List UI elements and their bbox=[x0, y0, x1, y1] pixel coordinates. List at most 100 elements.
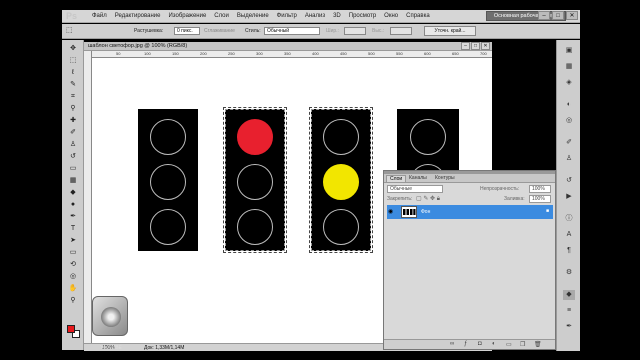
eyedropper-tool-icon[interactable]: ⚲ bbox=[68, 104, 78, 113]
opacity-input[interactable]: 100% bbox=[529, 185, 551, 193]
visibility-eye-icon[interactable]: ◉ bbox=[388, 208, 393, 215]
status-doc-info[interactable]: Док: 1,33M/1,14M bbox=[144, 345, 184, 351]
close-button[interactable]: ✕ bbox=[566, 11, 578, 20]
tool-presets-panel-icon[interactable]: ⚙ bbox=[563, 268, 575, 278]
menu-edit[interactable]: Редактирование bbox=[115, 13, 161, 19]
zoom-tool-icon[interactable]: ⚲ bbox=[68, 296, 78, 305]
history-panel-icon[interactable]: ↺ bbox=[563, 176, 575, 186]
fx-icon[interactable]: ƒ bbox=[464, 341, 467, 347]
layer-name: Фон bbox=[421, 209, 431, 215]
folder-icon[interactable]: ▭ bbox=[506, 341, 512, 348]
paths-panel-icon[interactable]: ✒ bbox=[563, 322, 575, 332]
document-window-controls: – □ ✕ bbox=[461, 42, 490, 50]
paragraph-panel-icon[interactable]: ¶ bbox=[563, 246, 575, 256]
ruler-label: 350 bbox=[284, 51, 291, 56]
path-select-tool-icon[interactable]: ➤ bbox=[68, 236, 78, 245]
character-panel-icon[interactable]: A bbox=[563, 230, 575, 240]
ruler-label: 150 bbox=[172, 51, 179, 56]
lasso-tool-icon[interactable]: ℓ bbox=[68, 68, 78, 77]
menu-layers[interactable]: Слои bbox=[214, 13, 229, 19]
quick-select-tool-icon[interactable]: ✎ bbox=[68, 80, 78, 89]
layer-row[interactable]: ◉ Фон ■ bbox=[387, 205, 553, 219]
blend-mode-select[interactable]: Обычные bbox=[387, 185, 443, 193]
pen-tool-icon[interactable]: ✒ bbox=[68, 212, 78, 221]
move-tool-icon[interactable]: ✥ bbox=[68, 44, 78, 53]
traffic-light-3 bbox=[309, 107, 373, 253]
marquee-tool-icon[interactable]: ⬚ bbox=[66, 26, 73, 34]
menu-help[interactable]: Справка bbox=[406, 13, 430, 19]
layer-thumbnail bbox=[401, 206, 417, 218]
swatches-panel-icon[interactable]: ▦ bbox=[563, 62, 575, 72]
refine-edge-button[interactable]: Уточн. край... bbox=[424, 26, 476, 36]
dodge-tool-icon[interactable]: ● bbox=[68, 200, 78, 209]
tab-paths[interactable]: Контуры bbox=[432, 175, 458, 181]
layers-panel-icon[interactable]: ◆ bbox=[563, 290, 575, 300]
hard-disk-icon bbox=[92, 296, 128, 336]
shape-tool-icon[interactable]: ▭ bbox=[68, 248, 78, 257]
history-brush-tool-icon[interactable]: ↺ bbox=[68, 152, 78, 161]
crop-tool-icon[interactable]: ⌗ bbox=[68, 92, 78, 101]
link-icon[interactable]: ∞ bbox=[450, 341, 454, 347]
height-input[interactable] bbox=[390, 27, 412, 35]
style-select[interactable]: Обычный bbox=[264, 27, 320, 35]
mask-icon[interactable]: ◘ bbox=[478, 341, 482, 347]
ruler-label: 200 bbox=[200, 51, 207, 56]
feather-input[interactable]: 0 пикс. bbox=[174, 27, 200, 35]
channels-panel-icon[interactable]: ≡ bbox=[563, 306, 575, 316]
menu-file[interactable]: Файл bbox=[92, 13, 107, 19]
adjustments-panel-icon[interactable]: ◐ bbox=[563, 100, 575, 110]
minimize-button[interactable]: – bbox=[538, 11, 550, 20]
layers-panel-tabs: Слои Каналы Контуры bbox=[384, 174, 555, 183]
menu-view[interactable]: Просмотр bbox=[349, 13, 376, 19]
antialias-checkbox[interactable]: Сглаживание bbox=[204, 28, 235, 34]
brush-tool-icon[interactable]: ✐ bbox=[68, 128, 78, 137]
document-close-button[interactable]: ✕ bbox=[481, 42, 490, 50]
tab-layers[interactable]: Слои bbox=[386, 175, 407, 182]
hand-tool-icon[interactable]: ✋ bbox=[68, 284, 78, 293]
eraser-tool-icon[interactable]: ▭ bbox=[68, 164, 78, 173]
masks-panel-icon[interactable]: ◎ bbox=[563, 116, 575, 126]
adjustment-icon[interactable]: ◐ bbox=[492, 341, 496, 347]
channel-logo: МастерОК YouTUBE bbox=[88, 296, 134, 352]
trash-icon[interactable]: 🗑︎ bbox=[534, 341, 542, 348]
document-tab[interactable]: шаблон светофор.jpg @ 100% (RGB/8) – □ ✕ bbox=[84, 42, 492, 51]
document-minimize-button[interactable]: – bbox=[461, 42, 470, 50]
stamp-tool-icon[interactable]: ♙ bbox=[68, 140, 78, 149]
document-maximize-button[interactable]: □ bbox=[471, 42, 480, 50]
type-tool-icon[interactable]: T bbox=[68, 224, 78, 233]
brush-panel-icon[interactable]: ✐ bbox=[563, 138, 575, 148]
traffic-light-2 bbox=[223, 107, 287, 253]
fill-input[interactable]: 100% bbox=[529, 195, 551, 203]
blur-tool-icon[interactable]: ◆ bbox=[68, 188, 78, 197]
clone-source-panel-icon[interactable]: ♙ bbox=[563, 154, 575, 164]
lock-icons[interactable]: ▢ ✎ ✥ 🔒︎ bbox=[416, 195, 440, 203]
width-input[interactable] bbox=[344, 27, 366, 35]
maximize-button[interactable]: □ bbox=[552, 11, 564, 20]
disk-platter bbox=[101, 307, 121, 327]
actions-panel-icon[interactable]: ▶ bbox=[563, 192, 575, 202]
healing-tool-icon[interactable]: ✚ bbox=[68, 116, 78, 125]
3d-rotate-tool-icon[interactable]: ⟲ bbox=[68, 260, 78, 269]
ruler-label: 450 bbox=[340, 51, 347, 56]
fill-label: Заливка: bbox=[504, 196, 525, 202]
marquee-tool-icon[interactable]: ⬚ bbox=[68, 56, 78, 65]
tab-channels[interactable]: Каналы bbox=[406, 175, 430, 181]
gradient-tool-icon[interactable]: ▦ bbox=[68, 176, 78, 185]
lamp-bottom bbox=[323, 209, 359, 245]
styles-panel-icon[interactable]: ◈ bbox=[563, 78, 575, 88]
color-panel-icon[interactable]: ▣ bbox=[563, 46, 575, 56]
menu-window[interactable]: Окно bbox=[384, 13, 398, 19]
ruler-horizontal[interactable]: 50 100 150 200 250 300 350 400 450 500 5… bbox=[92, 51, 492, 58]
menu-filter[interactable]: Фильтр bbox=[277, 13, 297, 19]
new-layer-icon[interactable]: ❐ bbox=[520, 341, 525, 348]
menu-analysis[interactable]: Анализ bbox=[305, 13, 325, 19]
style-label: Стиль: bbox=[245, 28, 261, 34]
info-panel-icon[interactable]: ⓘ bbox=[563, 214, 575, 224]
menu-3d[interactable]: 3D bbox=[333, 13, 341, 19]
toolbox: ✥ ⬚ ℓ ✎ ⌗ ⚲ ✚ ✐ ♙ ↺ ▭ ▦ ◆ ● ✒ T ➤ ▭ ⟲ ◎ … bbox=[62, 40, 84, 350]
3d-orbit-tool-icon[interactable]: ◎ bbox=[68, 272, 78, 281]
menu-select[interactable]: Выделение bbox=[237, 13, 269, 19]
foreground-color-swatch[interactable] bbox=[67, 325, 75, 333]
menu-image[interactable]: Изображение bbox=[168, 13, 206, 19]
traffic-light-1 bbox=[138, 109, 198, 251]
